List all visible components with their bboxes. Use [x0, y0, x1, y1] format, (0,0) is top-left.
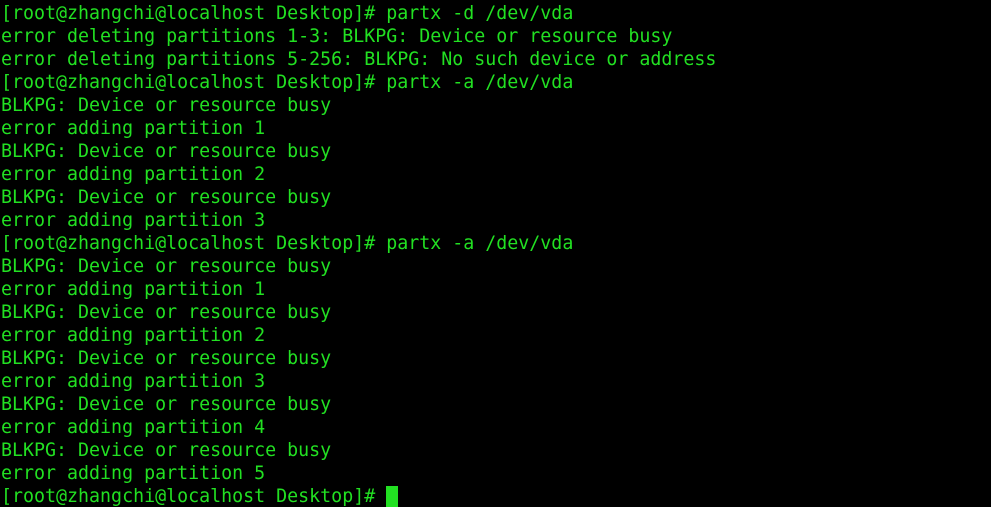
terminal-line-output: BLKPG: Device or resource busy: [1, 440, 332, 461]
terminal-line-output: error adding partition 3: [1, 210, 266, 231]
terminal-line-output: BLKPG: Device or resource busy: [1, 394, 332, 415]
terminal-line-output: BLKPG: Device or resource busy: [1, 95, 332, 116]
terminal-line-output: BLKPG: Device or resource busy: [1, 187, 332, 208]
terminal-line-output: BLKPG: Device or resource busy: [1, 302, 332, 323]
terminal-window[interactable]: [root@zhangchi@localhost Desktop]# partx…: [0, 0, 991, 507]
terminal-line-output: error deleting partitions 5-256: BLKPG: …: [1, 49, 717, 70]
terminal-prompt-line[interactable]: [root@zhangchi@localhost Desktop]#: [0, 485, 991, 507]
terminal-line-output: error adding partition 1: [1, 279, 266, 300]
terminal-line-output: error adding partition 2: [1, 325, 266, 346]
terminal-line-output: error adding partition 2: [1, 164, 266, 185]
terminal-line-output: BLKPG: Device or resource busy: [1, 141, 332, 162]
terminal-line-output: error adding partition 3: [1, 371, 266, 392]
terminal-line-command: [root@zhangchi@localhost Desktop]# partx…: [1, 3, 574, 24]
text-cursor: [386, 486, 399, 507]
terminal-line-command: [root@zhangchi@localhost Desktop]# partx…: [1, 72, 574, 93]
terminal-prompt: [root@zhangchi@localhost Desktop]#: [1, 486, 387, 507]
terminal-line-output: error adding partition 1: [1, 118, 266, 139]
terminal-line-output: BLKPG: Device or resource busy: [1, 348, 332, 369]
terminal-line-output: error adding partition 5: [1, 463, 266, 484]
terminal-line-output: error adding partition 4: [1, 417, 266, 438]
terminal-line-output: BLKPG: Device or resource busy: [1, 256, 332, 277]
terminal-line-output: error deleting partitions 1-3: BLKPG: De…: [1, 26, 673, 47]
terminal-line-command: [root@zhangchi@localhost Desktop]# partx…: [1, 233, 574, 254]
